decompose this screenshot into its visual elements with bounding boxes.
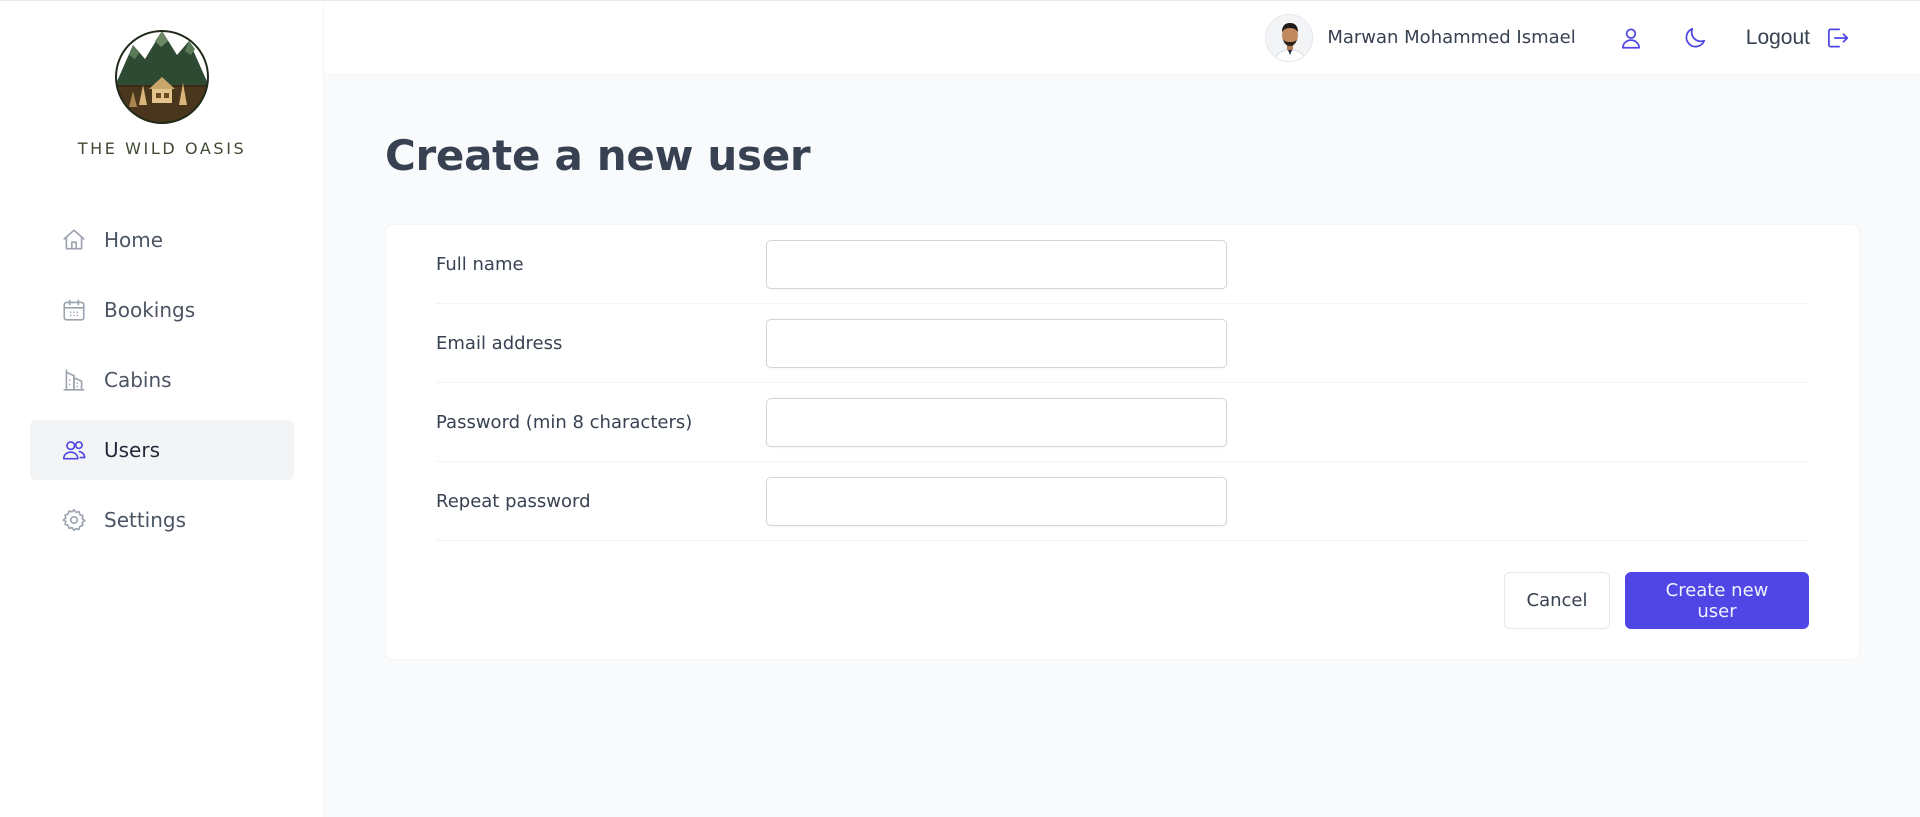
calendar-icon bbox=[60, 296, 88, 324]
form-row-email: Email address bbox=[436, 304, 1810, 383]
sidebar-item-label: Settings bbox=[104, 508, 187, 532]
user-avatar-image-icon bbox=[1266, 14, 1313, 61]
create-user-button[interactable]: Create new user bbox=[1625, 572, 1809, 629]
sidebar-item-users[interactable]: Users bbox=[30, 420, 294, 480]
cancel-button[interactable]: Cancel bbox=[1504, 572, 1610, 629]
form-row-password: Password (min 8 characters) bbox=[436, 383, 1810, 462]
password-label: Password (min 8 characters) bbox=[436, 411, 693, 433]
full-name-input[interactable] bbox=[766, 239, 1227, 289]
sidebar-item-label: Bookings bbox=[104, 298, 196, 322]
create-user-form: Full name Email address Password (min 8 … bbox=[385, 224, 1860, 660]
sidebar-item-label: Users bbox=[104, 438, 161, 462]
account-button[interactable] bbox=[1612, 21, 1650, 55]
sidebar-nav: Home Bookings Cabins Users Settings bbox=[30, 210, 294, 560]
app-root: THE WILD OASIS Home Bookings Cabins User… bbox=[0, 0, 1920, 817]
repeat-password-input[interactable] bbox=[766, 476, 1227, 526]
sidebar-item-settings[interactable]: Settings bbox=[30, 490, 294, 550]
logout-label: Logout bbox=[1745, 25, 1810, 49]
sidebar-item-home[interactable]: Home bbox=[30, 210, 294, 270]
logout-button[interactable]: Logout bbox=[1740, 21, 1856, 55]
brand-logo: THE WILD OASIS bbox=[0, 15, 324, 158]
moon-icon bbox=[1685, 27, 1705, 47]
email-input[interactable] bbox=[766, 318, 1227, 368]
users-icon bbox=[60, 436, 88, 464]
form-row-repeat-password: Repeat password bbox=[436, 462, 1810, 541]
sidebar-item-bookings[interactable]: Bookings bbox=[30, 280, 294, 340]
sidebar-item-label: Cabins bbox=[104, 368, 172, 392]
user-name: Marwan Mohammed Ismael bbox=[1327, 27, 1576, 48]
home-icon bbox=[60, 226, 88, 254]
user-icon bbox=[1621, 27, 1640, 49]
avatar bbox=[1265, 13, 1314, 62]
building-icon bbox=[60, 366, 88, 394]
page-title: Create a new user bbox=[385, 131, 811, 180]
user-info: Marwan Mohammed Ismael bbox=[1265, 13, 1576, 62]
sidebar: THE WILD OASIS Home Bookings Cabins User… bbox=[0, 0, 324, 817]
full-name-label: Full name bbox=[436, 253, 524, 275]
password-input[interactable] bbox=[766, 397, 1227, 447]
mountain-cabin-logo-icon bbox=[115, 30, 209, 124]
logout-icon bbox=[1828, 27, 1849, 48]
form-row-full-name: Full name bbox=[436, 225, 1810, 304]
brand-name: THE WILD OASIS bbox=[77, 139, 247, 158]
main-content: Create a new user Full name Email addres… bbox=[324, 75, 1920, 817]
form-actions: Cancel Create new user bbox=[1504, 572, 1809, 629]
repeat-password-label: Repeat password bbox=[436, 490, 591, 512]
sidebar-item-label: Home bbox=[104, 228, 164, 252]
dark-mode-toggle[interactable] bbox=[1676, 21, 1714, 55]
sidebar-item-cabins[interactable]: Cabins bbox=[30, 350, 294, 410]
top-header: Marwan Mohammed Ismael Logout bbox=[324, 0, 1920, 75]
gear-icon bbox=[60, 506, 88, 534]
email-label: Email address bbox=[436, 332, 563, 354]
